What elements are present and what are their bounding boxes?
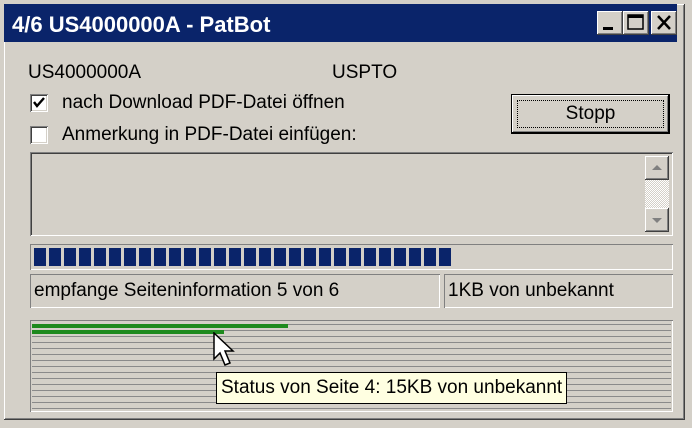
focus-rect (517, 100, 664, 128)
progress-segment (79, 248, 91, 266)
progress-segment (424, 248, 436, 266)
stop-button[interactable]: Stopp (512, 95, 669, 133)
minimize-button[interactable] (597, 11, 623, 35)
progress-segment (109, 248, 121, 266)
mouse-cursor-icon (213, 332, 235, 366)
page-line (32, 366, 671, 367)
progress-segment (349, 248, 361, 266)
note-textarea[interactable] (30, 152, 673, 236)
close-button[interactable] (651, 11, 677, 35)
progress-segment (289, 248, 301, 266)
progress-segment (139, 248, 151, 266)
status-size: 1KB von unbekannt (444, 274, 673, 308)
progress-segment (244, 248, 256, 266)
window-title: 4/6 US4000000A - PatBot (12, 12, 271, 37)
progress-segment (364, 248, 376, 266)
maximize-button[interactable] (623, 11, 649, 35)
page-progress-bar (32, 324, 288, 328)
page-line (32, 342, 671, 343)
progress-segment (124, 248, 136, 266)
progress-segment (379, 248, 391, 266)
progress-segment (34, 248, 46, 266)
note-scrollbar[interactable] (645, 156, 669, 232)
checkmark-icon (33, 97, 45, 108)
scroll-up-button[interactable] (645, 156, 669, 180)
progress-segment (409, 248, 421, 266)
down-arrow-icon (652, 218, 662, 223)
progress-segment (394, 248, 406, 266)
progress-segment (274, 248, 286, 266)
progress-segment (334, 248, 346, 266)
up-arrow-icon (652, 165, 662, 170)
progress-segment (64, 248, 76, 266)
page-progress-bar (32, 330, 224, 334)
patent-number: US4000000A (28, 62, 142, 83)
add-note-label[interactable]: Anmerkung in PDF-Datei einfügen: (62, 124, 357, 146)
page-line (32, 360, 671, 361)
patent-office: USPTO (332, 62, 398, 83)
page-line (32, 408, 671, 409)
progress-segment (154, 248, 166, 266)
progress-segment (259, 248, 271, 266)
progress-segment (439, 248, 451, 266)
progress-segment (169, 248, 181, 266)
add-note-checkbox[interactable] (30, 126, 48, 144)
status-message: empfange Seiteninformation 5 von 6 (30, 274, 440, 308)
minimize-icon (603, 27, 613, 30)
close-icon (657, 15, 671, 30)
scroll-down-button[interactable] (645, 208, 669, 232)
page-line (32, 336, 671, 337)
progress-segment (214, 248, 226, 266)
maximize-icon (627, 14, 644, 30)
page-status-tooltip: Status von Seite 4: 15KB von unbekannt (216, 372, 568, 404)
open-pdf-checkbox[interactable] (30, 94, 48, 112)
page-line (32, 354, 671, 355)
title-bar[interactable]: 4/6 US4000000A - PatBot (4, 4, 677, 42)
progress-segment (49, 248, 61, 266)
page-line (32, 348, 671, 349)
progress-segment (184, 248, 196, 266)
progress-segment (304, 248, 316, 266)
open-pdf-label[interactable]: nach Download PDF-Datei öffnen (62, 92, 345, 114)
progress-segment (199, 248, 211, 266)
progress-segment (229, 248, 241, 266)
progress-segment (94, 248, 106, 266)
progress-segment (319, 248, 331, 266)
download-progress-bar (30, 244, 673, 270)
